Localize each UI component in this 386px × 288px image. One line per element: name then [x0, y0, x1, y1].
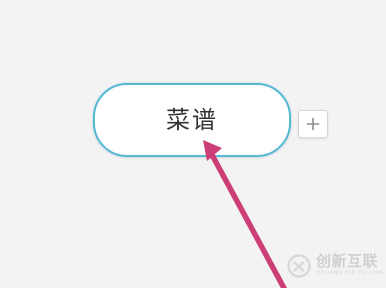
topic-label: 菜谱: [166, 106, 218, 134]
watermark-title: 创新互联: [316, 252, 379, 270]
watermark-logo-icon: [287, 254, 311, 278]
annotation-arrow-shaft: [208, 150, 288, 288]
watermark-subtitle: CHUANG XIN HU LIAN: [317, 271, 384, 276]
add-child-topic-button[interactable]: [298, 110, 328, 138]
mind-map-canvas[interactable]: 菜谱 创新互联 CHUANG XIN HU LIAN: [0, 0, 386, 288]
watermark: 创新互联 CHUANG XIN HU LIAN: [286, 252, 384, 282]
central-topic-node[interactable]: 菜谱: [93, 83, 291, 157]
plus-icon: [306, 117, 320, 131]
